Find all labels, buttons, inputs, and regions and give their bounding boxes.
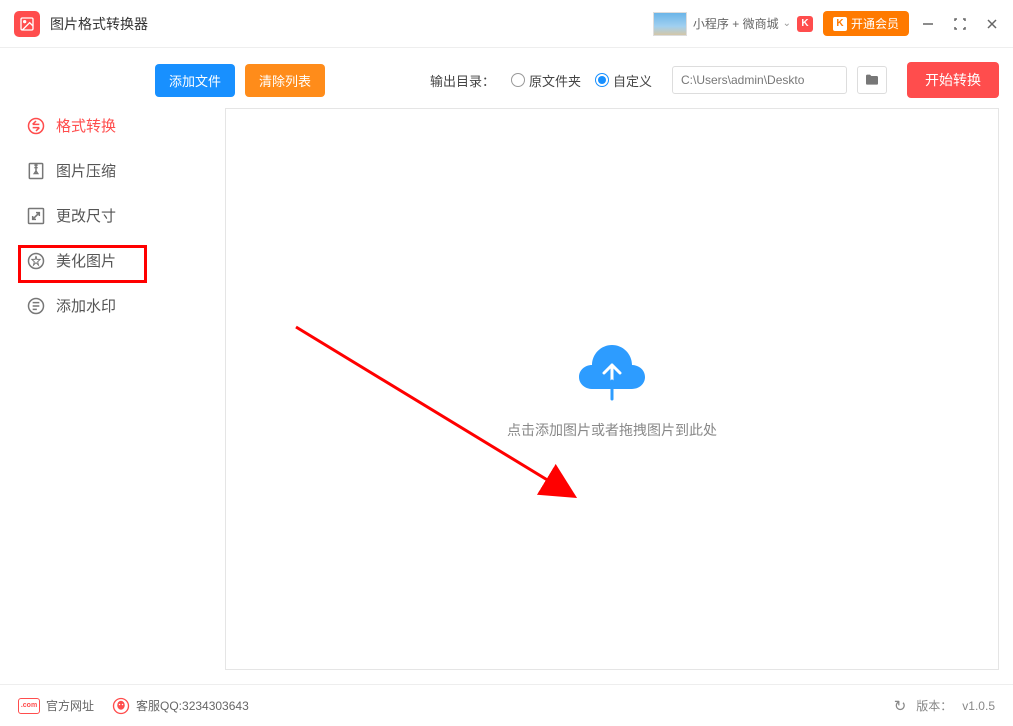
open-vip-button[interactable]: K 开通会员: [823, 11, 909, 36]
folder-icon: [864, 72, 880, 88]
resize-icon: [26, 206, 46, 226]
sidebar-item-label: 添加水印: [56, 295, 116, 316]
titlebar: 图片格式转换器 小程序 + 微商城 ⌄ K K 开通会员: [0, 0, 1013, 48]
official-site-label: 官方网址: [46, 697, 94, 714]
drop-text: 点击添加图片或者拖拽图片到此处: [507, 420, 717, 440]
sidebar-item-compress[interactable]: 图片压缩: [0, 148, 155, 193]
output-dir-label: 输出目录：: [430, 71, 495, 90]
watermark-icon: [26, 296, 46, 316]
sidebar-item-format-convert[interactable]: 格式转换: [0, 103, 155, 148]
radio-original-folder[interactable]: 原文件夹: [511, 71, 581, 90]
drop-area[interactable]: 点击添加图片或者拖拽图片到此处: [225, 108, 999, 670]
radio-icon: [595, 73, 609, 87]
sidebar-item-label: 格式转换: [56, 115, 116, 136]
vip-label: 开通会员: [851, 15, 899, 32]
app-logo: [14, 11, 40, 37]
qq-support-link[interactable]: 客服QQ:3234303643: [112, 697, 249, 715]
sidebar-item-resize[interactable]: 更改尺寸: [0, 193, 155, 238]
radio-label: 原文件夹: [529, 71, 581, 90]
promo-text: 小程序 + 微商城: [693, 15, 779, 32]
sidebar-item-label: 更改尺寸: [56, 205, 116, 226]
official-site-link[interactable]: .com 官方网址: [18, 697, 94, 714]
radio-label: 自定义: [613, 71, 652, 90]
footer: .com 官方网址 客服QQ:3234303643 ↻ 版本： v1.0.5: [0, 684, 1013, 726]
sidebar-item-label: 图片压缩: [56, 160, 116, 181]
cloud-upload-icon: [576, 339, 648, 406]
browse-folder-button[interactable]: [857, 66, 887, 94]
vip-badge-icon: K: [833, 17, 847, 31]
promo-banner[interactable]: 小程序 + 微商城 ⌄ K: [653, 12, 813, 36]
app-title: 图片格式转换器: [50, 14, 148, 34]
version-value: v1.0.5: [962, 699, 995, 713]
radio-custom-folder[interactable]: 自定义: [595, 71, 652, 90]
clear-list-button[interactable]: 清除列表: [245, 64, 325, 97]
sidebar-item-watermark[interactable]: 添加水印: [0, 283, 155, 328]
qq-label: 客服QQ:3234303643: [136, 697, 249, 714]
minimize-button[interactable]: [921, 17, 935, 31]
maximize-button[interactable]: [953, 17, 967, 31]
promo-badge-icon: K: [797, 16, 813, 32]
chevron-down-icon: ⌄: [783, 18, 791, 29]
version-label: 版本：: [916, 697, 952, 714]
add-files-button[interactable]: 添加文件: [155, 64, 235, 97]
annotation-highlight-box: [18, 245, 147, 283]
compress-icon: [26, 161, 46, 181]
radio-icon: [511, 73, 525, 87]
com-badge-icon: .com: [18, 698, 40, 714]
close-button[interactable]: [985, 17, 999, 31]
output-path-input[interactable]: [672, 66, 847, 94]
refresh-button[interactable]: ↻: [894, 697, 907, 715]
start-convert-button[interactable]: 开始转换: [907, 62, 999, 98]
qq-icon: [112, 697, 130, 715]
toolbar: 添加文件 清除列表 输出目录： 原文件夹 自定义: [155, 62, 999, 98]
convert-icon: [26, 116, 46, 136]
sidebar: 格式转换 图片压缩 更改尺寸 美化图片 添加水印: [0, 48, 155, 684]
promo-image: [653, 12, 687, 36]
